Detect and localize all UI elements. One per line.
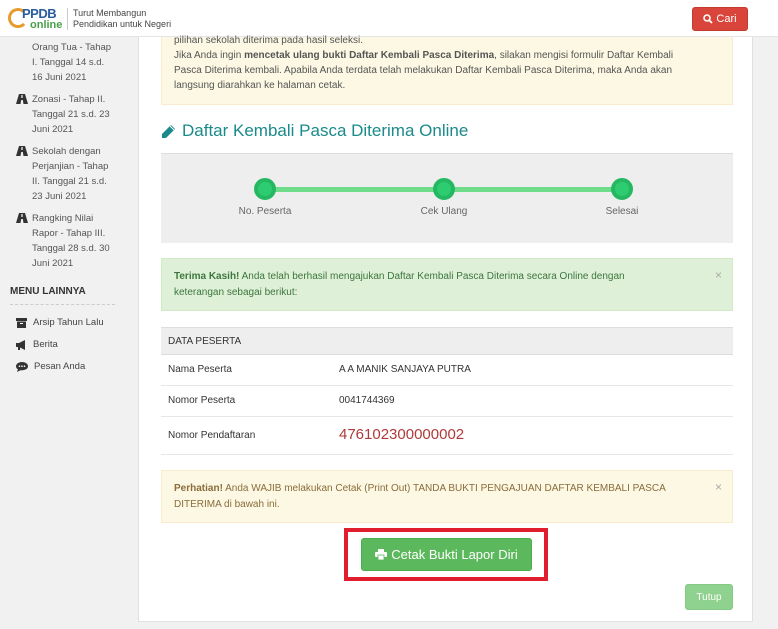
sidebar-item-zonasi[interactable]: Zonasi - Tahap II. Tanggal 21 s.d. 23 Ju… <box>16 92 121 137</box>
archive-icon <box>16 317 27 328</box>
step-label-2: Cek Ulang <box>420 206 468 217</box>
warning-alert-line1: Perhatian! Anda WAJIB melakukan Cetak (P… <box>174 481 720 497</box>
sidebar-item-perjanjian[interactable]: Sekolah dengan Perjanjian - Tahap II. Ta… <box>16 144 121 204</box>
table-cell-label: Nomor Peserta <box>168 395 236 406</box>
step-dot-2 <box>433 178 455 200</box>
table-row: Nomor Pendaftaran 476102300000002 <box>161 417 733 455</box>
sidebar-item-rangking[interactable]: Rangking Nilai Rapor - Tahap III. Tangga… <box>16 211 121 271</box>
info-alert-line2: Jika Anda ingin mencetak ulang bukti Daf… <box>174 48 720 63</box>
sidebar-item-line: I. Tanggal 14 s.d. <box>32 57 105 68</box>
step-label-1: No. Peserta <box>238 206 292 217</box>
warning-alert-bold: Perhatian! <box>174 483 223 494</box>
sidebar-item-orang-tua[interactable]: Orang Tua - Tahap I. Tanggal 14 s.d. 16 … <box>16 40 121 85</box>
close-icon[interactable]: × <box>715 267 722 283</box>
info-alert-line3: Pasca Diterima kembali. Apabila Anda ter… <box>174 65 673 76</box>
info-alert-line1: pilihan sekolah diterima pada hasil sele… <box>174 35 363 46</box>
road-icon <box>16 146 28 156</box>
success-alert-text: Anda telah berhasil mengajukan Daftar Ke… <box>239 271 625 282</box>
print-icon <box>375 549 388 560</box>
participant-table: DATA PESERTA Nama Peserta A A MANIK SANJ… <box>161 327 733 455</box>
search-button-label: Cari <box>716 13 737 25</box>
step-dot-1 <box>254 178 276 200</box>
sidebar-item-line: Juni 2021 <box>32 124 74 135</box>
info-alert-line4: langsung diarahkan ke halaman cetak. <box>174 80 346 91</box>
road-icon <box>16 94 28 104</box>
success-alert-bold: Terima Kasih! <box>174 271 240 282</box>
sidebar-item-line: Orang Tua - Tahap <box>32 42 112 53</box>
tagline-line2: Pendidikan untuk Negeri <box>73 19 172 29</box>
registration-number: 476102300000002 <box>339 426 465 443</box>
print-proof-button-label: Cetak Bukti Lapor Diri <box>391 547 518 562</box>
comment-icon <box>16 361 28 372</box>
menu-item-arsip[interactable]: Arsip Tahun Lalu <box>16 317 104 328</box>
menu-divider <box>10 304 115 305</box>
table-cell-label: Nomor Pendaftaran <box>168 430 256 441</box>
sidebar-item-line: Perjanjian - Tahap <box>32 161 109 172</box>
close-button[interactable]: Tutup <box>685 584 733 610</box>
megaphone-icon <box>16 339 25 350</box>
sidebar-item-line: Sekolah dengan <box>32 146 101 157</box>
menu-item-label: Arsip Tahun Lalu <box>33 317 104 328</box>
sidebar-item-line: 16 Juni 2021 <box>32 72 87 83</box>
menu-item-berita[interactable]: Berita <box>16 339 58 350</box>
search-button[interactable]: Cari <box>692 7 748 31</box>
info-alert-top: pilihan sekolah diterima pada hasil sele… <box>161 35 733 105</box>
success-alert-line2: keterangan sebagai berikut: <box>174 287 298 298</box>
print-proof-button[interactable]: Cetak Bukti Lapor Diri <box>361 538 532 571</box>
success-alert-line1: Terima Kasih! Anda telah berhasil mengaj… <box>174 269 720 285</box>
sidebar-item-line: 23 Juni 2021 <box>32 191 87 202</box>
sidebar-item-line: Tanggal 21 s.d. 23 <box>32 109 110 120</box>
page-title: Daftar Kembali Pasca Diterima Online <box>161 121 468 141</box>
sidebar-item-line: Rapor - Tahap III. <box>32 228 106 239</box>
sidebar-item-line: Zonasi - Tahap II. <box>32 94 106 105</box>
step-connector <box>445 187 623 192</box>
table-cell-value: 0041744369 <box>339 395 395 406</box>
info-alert-text: , silakan mengisi formulir Daftar Kembal… <box>494 50 674 61</box>
step-connector <box>265 187 445 192</box>
logo-online-text: online <box>30 19 63 31</box>
menu-item-label: Berita <box>33 339 58 350</box>
sidebar-item-line: II. Tanggal 21 s.d. <box>32 176 107 187</box>
table-row: Nomor Peserta 0041744369 <box>161 386 733 417</box>
main-card: pilihan sekolah diterima pada hasil sele… <box>138 35 753 622</box>
tagline: Turut Membangun Pendidikan untuk Negeri <box>67 8 171 30</box>
warning-alert: Perhatian! Anda WAJIB melakukan Cetak (P… <box>161 470 733 523</box>
close-icon[interactable]: × <box>715 479 722 495</box>
info-alert-text: Jika Anda ingin <box>174 50 245 61</box>
warning-alert-text: Anda WAJIB melakukan Cetak (Print Out) T… <box>222 483 666 494</box>
menu-item-label: Pesan Anda <box>34 361 86 372</box>
step-dot-3 <box>611 178 633 200</box>
progress-stepper: No. Peserta Cek Ulang Selesai <box>161 153 733 243</box>
sidebar-item-line: Rangking Nilai <box>32 213 94 224</box>
table-cell-value: A A MANIK SANJAYA PUTRA <box>339 364 471 375</box>
menu-item-pesan[interactable]: Pesan Anda <box>16 361 85 372</box>
sidebar-item-line: Juni 2021 <box>32 258 74 269</box>
menu-lainnya-title: MENU LAINNYA <box>10 286 86 297</box>
success-alert: Terima Kasih! Anda telah berhasil mengaj… <box>161 258 733 311</box>
pencil-icon <box>162 124 175 138</box>
road-icon <box>16 213 28 223</box>
search-icon <box>703 14 714 24</box>
tagline-line1: Turut Membangun <box>73 8 147 18</box>
info-alert-bold: mencetak ulang bukti Daftar Kembali Pasc… <box>244 50 495 61</box>
warning-alert-line2: DITERIMA di bawah ini. <box>174 499 280 510</box>
ppdb-logo[interactable]: PPDB online <box>8 5 64 32</box>
page-title-text: Daftar Kembali Pasca Diterima Online <box>182 121 469 140</box>
top-header: PPDB online Turut Membangun Pendidikan u… <box>0 0 778 37</box>
step-label-3: Selesai <box>605 206 639 217</box>
sidebar-item-line: Tanggal 28 s.d. 30 <box>32 243 110 254</box>
table-header: DATA PESERTA <box>161 327 733 355</box>
table-row: Nama Peserta A A MANIK SANJAYA PUTRA <box>161 355 733 386</box>
table-cell-label: Nama Peserta <box>168 364 232 375</box>
